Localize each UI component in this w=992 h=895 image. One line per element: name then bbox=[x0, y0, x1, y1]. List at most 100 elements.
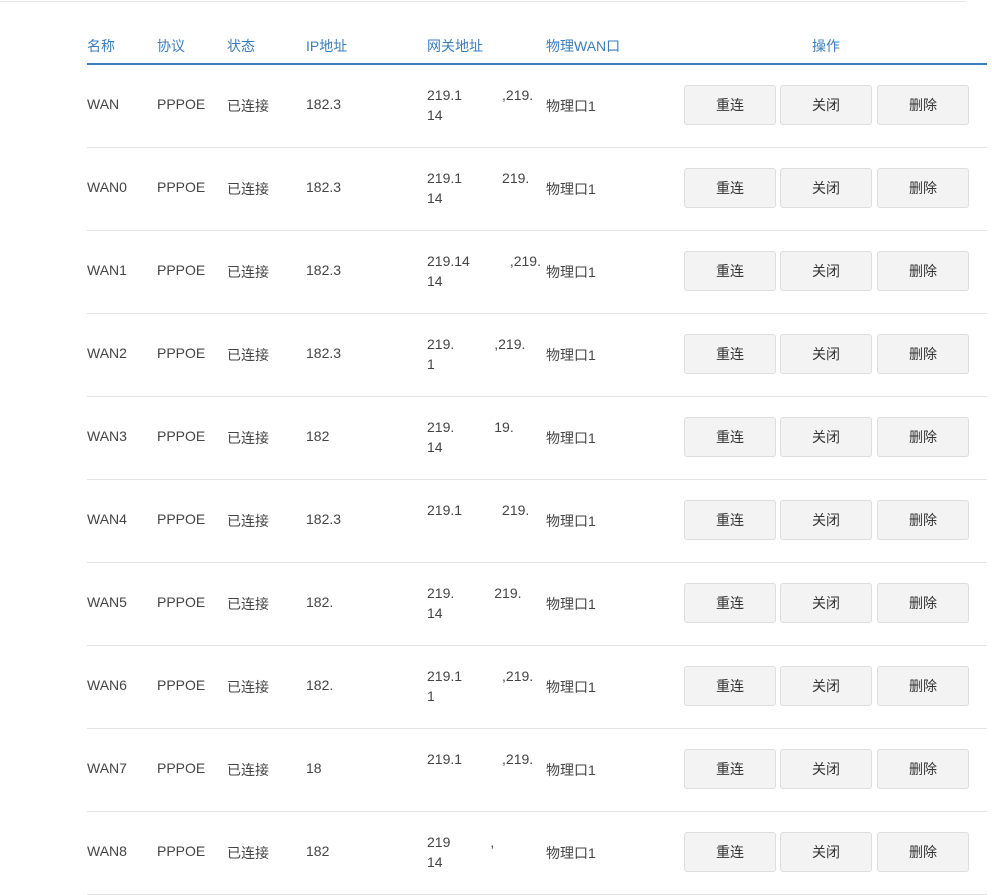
wan-status: 已连接 bbox=[227, 98, 269, 114]
wan-name: WAN5 bbox=[87, 594, 127, 610]
close-button[interactable]: 关闭 bbox=[780, 583, 872, 623]
close-button[interactable]: 关闭 bbox=[780, 832, 872, 872]
delete-button[interactable]: 删除 bbox=[877, 500, 969, 540]
delete-button[interactable]: 删除 bbox=[877, 666, 969, 706]
reconnect-button[interactable]: 重连 bbox=[684, 500, 776, 540]
gateway-line-1: 219.14 ,219. bbox=[427, 251, 545, 271]
gateway-head: 219.1 bbox=[427, 87, 463, 103]
top-divider bbox=[0, 1, 966, 2]
wan-status: 已连接 bbox=[227, 264, 269, 280]
wan-name: WAN2 bbox=[87, 345, 127, 361]
wan-gateway: 219. 19. 14 bbox=[427, 417, 545, 457]
wan-port: 物理口1 bbox=[546, 596, 596, 612]
gateway-head: 219. bbox=[427, 419, 455, 435]
delete-button[interactable]: 删除 bbox=[877, 168, 969, 208]
gateway-line-2: 14 bbox=[427, 190, 443, 206]
wan-ip: 182.3 bbox=[306, 511, 342, 527]
wan-gateway: 219.1 ,219. 1 bbox=[427, 666, 545, 706]
gateway-line-2 bbox=[427, 520, 545, 540]
reconnect-button[interactable]: 重连 bbox=[684, 251, 776, 291]
wan-port: 物理口1 bbox=[546, 181, 596, 197]
close-button[interactable]: 关闭 bbox=[780, 334, 872, 374]
delete-button[interactable]: 删除 bbox=[877, 85, 969, 125]
wan-port: 物理口1 bbox=[546, 762, 596, 778]
wan-status: 已连接 bbox=[227, 513, 269, 529]
wan-ip: 182. bbox=[306, 594, 334, 610]
gateway-head: 219. bbox=[427, 585, 455, 601]
wan-protocol: PPPOE bbox=[157, 677, 206, 693]
gateway-tail: ,219. bbox=[509, 253, 541, 269]
wan-name: WAN3 bbox=[87, 428, 127, 444]
wan-port: 物理口1 bbox=[546, 98, 596, 114]
delete-button[interactable]: 删除 bbox=[877, 749, 969, 789]
gateway-tail: 219. bbox=[494, 585, 522, 601]
reconnect-button[interactable]: 重连 bbox=[684, 832, 776, 872]
wan-name: WAN0 bbox=[87, 179, 127, 195]
reconnect-button[interactable]: 重连 bbox=[684, 85, 776, 125]
wan-status: 已连接 bbox=[227, 596, 269, 612]
wan-gateway: 219.1 ,219. bbox=[427, 749, 545, 789]
gateway-head: 219.14 bbox=[427, 253, 470, 269]
gateway-line-1: 219. 219. bbox=[427, 583, 545, 603]
gateway-line-1: 219.1 ,219. bbox=[427, 85, 545, 105]
wan-ip: 182 bbox=[306, 843, 330, 859]
header-ops: 操作 bbox=[812, 38, 840, 54]
close-button[interactable]: 关闭 bbox=[780, 666, 872, 706]
wan-port: 物理口1 bbox=[546, 845, 596, 861]
gateway-head: 219.1 bbox=[427, 751, 463, 767]
wan-name: WAN6 bbox=[87, 677, 127, 693]
close-button[interactable]: 关闭 bbox=[780, 251, 872, 291]
table-row: WAN PPPOE 已连接 182.3 219.1 ,219. 14 物理口1 重连 关闭 删除 bbox=[87, 65, 987, 148]
wan-ip: 182.3 bbox=[306, 96, 342, 112]
header-gateway: 网关地址 bbox=[427, 38, 483, 54]
close-button[interactable]: 关闭 bbox=[780, 85, 872, 125]
gateway-tail: 219. bbox=[502, 170, 530, 186]
wan-port: 物理口1 bbox=[546, 264, 596, 280]
wan-status: 已连接 bbox=[227, 762, 269, 778]
gateway-line-1: 219. ,219. bbox=[427, 334, 545, 354]
delete-button[interactable]: 删除 bbox=[877, 334, 969, 374]
reconnect-button[interactable]: 重连 bbox=[684, 666, 776, 706]
gateway-tail: 219. bbox=[502, 502, 530, 518]
reconnect-button[interactable]: 重连 bbox=[684, 583, 776, 623]
close-button[interactable]: 关闭 bbox=[780, 500, 872, 540]
gateway-line-1: 219. 19. bbox=[427, 417, 545, 437]
wan-ip: 182 bbox=[306, 428, 330, 444]
delete-button[interactable]: 删除 bbox=[877, 832, 969, 872]
wan-protocol: PPPOE bbox=[157, 594, 206, 610]
delete-button[interactable]: 删除 bbox=[877, 251, 969, 291]
wan-name: WAN7 bbox=[87, 760, 127, 776]
table-row: WAN7 PPPOE 已连接 18 219.1 ,219. 物理口1 重连 关闭 删除 bbox=[87, 729, 987, 812]
gateway-line-1: 219.1 ,219. bbox=[427, 666, 545, 686]
gateway-line-1: 219, bbox=[427, 832, 545, 852]
wan-gateway: 219.1 ,219. 14 bbox=[427, 85, 545, 125]
wan-status: 已连接 bbox=[227, 845, 269, 861]
gateway-tail: ,219. bbox=[502, 87, 534, 103]
reconnect-button[interactable]: 重连 bbox=[684, 334, 776, 374]
wan-status: 已连接 bbox=[227, 430, 269, 446]
delete-button[interactable]: 删除 bbox=[877, 583, 969, 623]
header-port: 物理WAN口 bbox=[546, 38, 621, 54]
wan-gateway: 219.14 ,219. 14 bbox=[427, 251, 545, 291]
gateway-tail: 19. bbox=[494, 419, 514, 435]
reconnect-button[interactable]: 重连 bbox=[684, 168, 776, 208]
wan-ip: 182.3 bbox=[306, 262, 342, 278]
wan-protocol: PPPOE bbox=[157, 760, 206, 776]
close-button[interactable]: 关闭 bbox=[780, 417, 872, 457]
close-button[interactable]: 关闭 bbox=[780, 168, 872, 208]
close-button[interactable]: 关闭 bbox=[780, 749, 872, 789]
gateway-line-2: 14 bbox=[427, 273, 443, 289]
header-protocol: 协议 bbox=[157, 38, 185, 54]
gateway-line-2: 1 bbox=[427, 356, 435, 372]
gateway-head: 219.1 bbox=[427, 170, 463, 186]
delete-button[interactable]: 删除 bbox=[877, 417, 969, 457]
wan-port: 物理口1 bbox=[546, 513, 596, 529]
gateway-head: 219 bbox=[427, 834, 451, 850]
wan-protocol: PPPOE bbox=[157, 428, 206, 444]
wan-ip: 182. bbox=[306, 677, 334, 693]
reconnect-button[interactable]: 重连 bbox=[684, 417, 776, 457]
reconnect-button[interactable]: 重连 bbox=[684, 749, 776, 789]
wan-gateway: 219.1 219. bbox=[427, 500, 545, 540]
wan-gateway: 219. 219. 14 bbox=[427, 583, 545, 623]
wan-port: 物理口1 bbox=[546, 430, 596, 446]
